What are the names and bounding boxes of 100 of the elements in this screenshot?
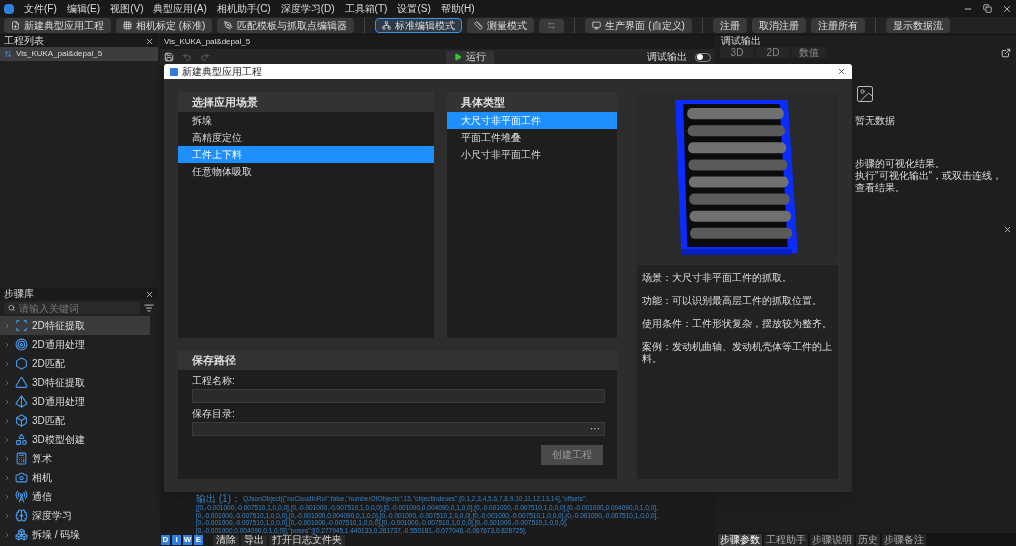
toolbar-button[interactable]: 注册所有 — [810, 18, 865, 33]
filter-icon[interactable] — [144, 303, 154, 313]
panel-heading: 保存路径 — [192, 354, 236, 366]
step-category[interactable]: 算术 — [0, 449, 150, 468]
run-button[interactable]: 运行 — [446, 50, 494, 64]
description-text: 使用条件：工件形状复杂，摆放较为整齐。 — [642, 318, 833, 330]
toolbar-button[interactable]: 匹配模板与抓取点编辑器 — [217, 18, 355, 33]
log-level-button[interactable]: i — [172, 535, 181, 545]
toolbar-button[interactable]: 新建典型应用工程 — [4, 18, 111, 33]
toolbar-button[interactable]: 注册 — [712, 18, 747, 33]
toolbar-button[interactable]: 生产界面 (自定义) — [585, 18, 692, 33]
step-category[interactable]: 3D通用处理 — [0, 392, 150, 411]
step-category[interactable]: 3D特征提取 — [0, 373, 150, 392]
step-category[interactable]: 2D特征提取 — [0, 316, 150, 335]
search-field[interactable]: 请输入关键词 — [4, 302, 140, 314]
log-level-button[interactable]: E — [194, 535, 203, 545]
step-category[interactable]: 深度学习 — [0, 506, 150, 525]
option-item[interactable]: 拆垛 — [178, 112, 434, 129]
menu-item[interactable]: 帮助(H) — [440, 3, 475, 14]
file-plus-icon — [11, 21, 20, 30]
save-icon[interactable] — [164, 52, 174, 62]
step-category[interactable]: 2D匹配 — [0, 354, 150, 373]
option-item[interactable]: 小尺寸非平面工件 — [447, 146, 617, 163]
save-directory-field[interactable]: ··· — [192, 422, 605, 436]
menu-item[interactable]: 视图(V) — [110, 3, 144, 14]
triangle-icon — [15, 376, 28, 389]
close-icon[interactable] — [837, 67, 846, 76]
view-tab[interactable]: 2D — [756, 47, 790, 58]
panel-heading: 选择应用场景 — [192, 96, 258, 108]
menu-item[interactable]: 深度学习(D) — [280, 3, 335, 14]
menu-item[interactable]: 编辑(E) — [66, 3, 101, 14]
shapes-icon — [15, 433, 28, 446]
project-item[interactable]: Vis_KUKA_pal&depal_5 — [0, 47, 158, 61]
pop-out-icon[interactable] — [1001, 47, 1011, 58]
navigation-button[interactable] — [539, 18, 565, 33]
panel-tab[interactable]: 历史 — [856, 533, 880, 546]
browse-button[interactable]: ··· — [590, 424, 600, 434]
menu-item[interactable]: 相机助手(C) — [216, 3, 271, 14]
hexagon-icon — [15, 357, 28, 370]
close-icon[interactable] — [145, 36, 154, 46]
option-item[interactable]: 平面工件堆叠 — [447, 129, 617, 146]
close-icon[interactable] — [145, 289, 154, 299]
field-label: 工程名称: — [192, 375, 236, 387]
toolbar-button[interactable]: 显示数据流 — [885, 18, 950, 33]
log-action-button[interactable]: 导出 — [241, 534, 267, 546]
view-tab[interactable]: 3D — [720, 47, 754, 58]
panel-title: 调试输出 — [720, 35, 762, 47]
step-category[interactable]: 拆垛 / 码垛 — [0, 525, 150, 544]
log-action-button[interactable]: 打开日志文件夹 — [269, 534, 345, 546]
toolbar-button[interactable]: 相机标定 (标准) — [116, 18, 213, 33]
menu-item[interactable]: 典型应用(A) — [153, 3, 207, 14]
panel-tab[interactable]: 步骤备注 — [882, 533, 926, 546]
dialog-title: 新建典型应用工程 — [182, 66, 262, 77]
restore-icon[interactable] — [983, 4, 992, 13]
panel-tab[interactable]: 步骤参数 — [718, 533, 762, 546]
redo-icon[interactable] — [200, 52, 210, 62]
panel-heading: 具体类型 — [461, 96, 505, 108]
log-prefix: 输出 (1)： — [196, 494, 241, 504]
radio-tower-icon — [15, 490, 28, 503]
search-icon — [8, 304, 16, 312]
menu-item[interactable]: 设置(S) — [397, 3, 431, 14]
empty-text: 暂无数据 — [855, 116, 895, 126]
step-category[interactable]: 2D通用处理 — [0, 335, 150, 354]
pyramid-icon — [15, 395, 28, 408]
play-icon — [454, 53, 462, 61]
log-level-button[interactable]: D — [161, 535, 170, 545]
grid-icon — [123, 21, 132, 30]
undo-icon[interactable] — [182, 52, 192, 62]
step-category[interactable]: 相机 — [0, 468, 150, 487]
target-icon — [15, 338, 28, 351]
project-name-field[interactable] — [192, 389, 605, 403]
view-tab[interactable]: 数值 — [792, 47, 826, 58]
ruler-icon — [474, 21, 484, 30]
log-action-button[interactable]: 清除 — [213, 534, 239, 546]
close-icon[interactable] — [1002, 3, 1012, 14]
step-category[interactable]: 3D匹配 — [0, 411, 150, 430]
option-item[interactable]: 高精度定位 — [178, 129, 434, 146]
hint-text: 执行"可视化输出"，或双击连线，查看结果。 — [855, 170, 1004, 194]
description-text: 功能：可以识别最高层工件的抓取位置。 — [642, 295, 823, 307]
field-label: 保存目录: — [192, 408, 236, 420]
box-icon — [15, 414, 28, 427]
panel-tab[interactable]: 步骤说明 — [810, 533, 854, 546]
app-logo-icon — [4, 3, 14, 14]
image-icon — [855, 84, 875, 104]
toggle-label: 调试输出 — [647, 52, 687, 62]
step-category[interactable]: 3D模型创建 — [0, 430, 150, 449]
hint-text: 步骤的可视化结果。 — [855, 158, 946, 170]
step-category[interactable]: 通信 — [0, 487, 150, 506]
toolbar-button[interactable]: 标准编辑模式 — [375, 18, 463, 33]
scan-icon — [15, 319, 28, 332]
menu-item[interactable]: 工具箱(T) — [344, 3, 388, 14]
editor-tab[interactable]: Vis_KUKA_pal&depal_5 — [164, 38, 251, 46]
panel-title: 工程列表 — [4, 36, 44, 46]
log-level-button[interactable]: W — [183, 535, 192, 545]
pen-icon — [224, 21, 234, 30]
menu-item[interactable]: 文件(F) — [24, 3, 57, 14]
panel-tab[interactable]: 工程助手 — [764, 533, 808, 546]
toolbar-button[interactable]: 测量模式 — [467, 18, 535, 33]
toolbar-button[interactable]: 取消注册 — [751, 18, 806, 33]
option-item[interactable]: 任意物体吸取 — [178, 163, 434, 180]
